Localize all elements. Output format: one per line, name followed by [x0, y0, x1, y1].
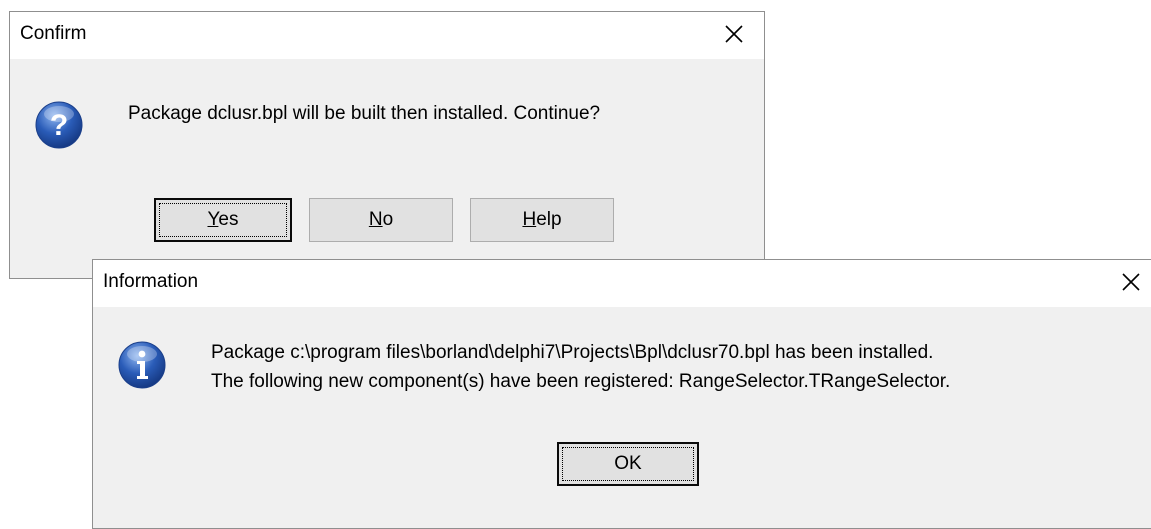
ok-button[interactable]: OK	[557, 442, 699, 486]
yes-button[interactable]: Yes	[154, 198, 292, 242]
information-message-line-2: The following new component(s) have been…	[211, 371, 951, 392]
information-title: Information	[103, 271, 199, 292]
confirm-title-bar[interactable]: Confirm	[10, 12, 764, 59]
information-message-line-1: Package c:\program files\borland\delphi7…	[211, 342, 934, 363]
confirm-close-button[interactable]	[722, 22, 746, 46]
information-title-bar[interactable]: Information	[93, 260, 1151, 307]
confirm-message: Package dclusr.bpl will be built then in…	[128, 103, 601, 124]
close-icon	[1122, 273, 1140, 291]
information-message: Package c:\program files\borland\delphi7…	[211, 338, 950, 396]
confirm-title: Confirm	[20, 23, 87, 44]
svg-text:?: ?	[50, 109, 68, 142]
information-dialog: Information Package c:\program files\bor…	[92, 259, 1151, 529]
close-icon	[725, 25, 743, 43]
no-button[interactable]: No	[309, 198, 453, 242]
information-icon	[117, 340, 167, 390]
confirm-dialog: Confirm ? Package dclusr.bpl will be bui…	[9, 11, 765, 279]
information-close-button[interactable]	[1119, 270, 1143, 294]
help-button[interactable]: Help	[470, 198, 614, 242]
question-icon: ?	[34, 100, 84, 150]
